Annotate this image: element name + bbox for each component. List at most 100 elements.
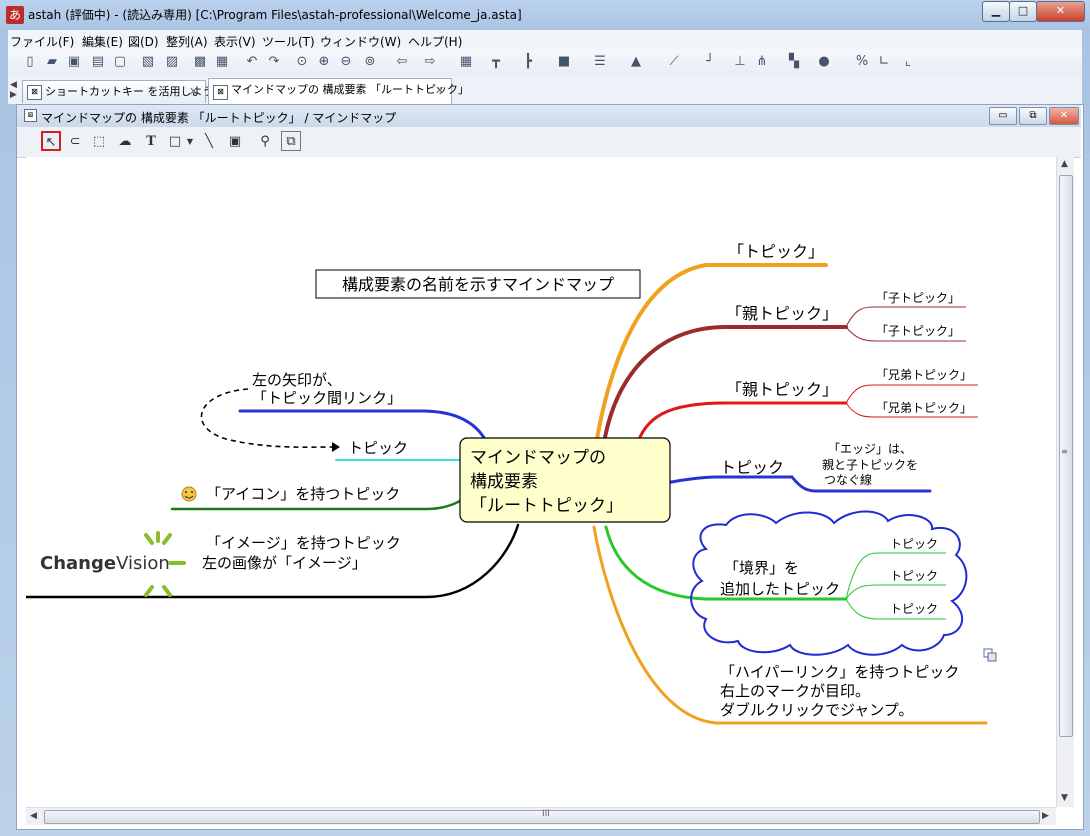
align-top-icon[interactable]: ┳ [488,54,504,70]
redo-icon[interactable]: ↷ [266,54,282,70]
mindmap-icon: ⊠ [24,109,37,122]
image-topic-line-2[interactable]: 左の画像が「イメージ」 [202,554,367,572]
parent-topic-1[interactable]: 「親トピック」 [726,304,838,323]
scroll-left-icon[interactable]: ◀ [30,811,37,821]
boundary-child-3[interactable]: トピック [890,602,938,616]
cut-icon[interactable]: ▧ [140,54,156,70]
copy-icon[interactable]: ▨ [164,54,180,70]
image-topic-line-1[interactable]: 「イメージ」を持つトピック [206,534,401,552]
print-preview-icon[interactable]: ▢ [112,54,128,70]
line-corner-icon[interactable]: ∟ [876,54,892,70]
boundary-child-1[interactable]: トピック [890,537,938,551]
linked-topic[interactable]: トピック [348,439,408,457]
changevision-logo[interactable]: ChangeVision [40,531,186,597]
line-curve-icon[interactable]: ⌞ [900,54,916,70]
menu-window[interactable]: ウィンドウ(W) [320,33,401,50]
line-style-icon[interactable]: ☰ [592,54,608,70]
line-icon[interactable]: ⟋ [666,54,682,70]
child-topic-1[interactable]: 「子トピック」 [876,291,960,305]
cloud-tool-icon[interactable]: ☁ [115,131,135,151]
forward-icon[interactable]: ⇨ [422,54,438,70]
tab-scroll-arrows[interactable]: ◀ ▶ [10,80,17,100]
maximize-button[interactable]: □ [1009,1,1037,22]
link-note-line-2[interactable]: 「トピック間リンク」 [252,389,402,407]
tab-close-icon[interactable]: ✕ [435,80,444,102]
zoom-fit-icon[interactable]: ⊚ [362,54,378,70]
root-topic[interactable]: マインドマップの 構成要素 「ルートトピック」 [459,437,671,523]
zoom-icon[interactable]: ⊙ [294,54,310,70]
save-icon[interactable]: ▣ [66,54,82,70]
edge-boundary-child-2[interactable] [845,584,946,600]
open-file-icon[interactable]: ▰ [44,54,60,70]
diagram-restore-button[interactable]: ⧉ [1019,107,1047,125]
group-icon[interactable]: ▚ [786,54,802,70]
line-tool-icon[interactable]: ╲ [199,131,219,151]
chevron-down-icon[interactable]: ▼ [185,131,195,151]
tab-shortcut-keys[interactable]: ⊠ ショートカットキー を活用しよう ✕ [22,80,214,103]
hyperlink-topic-line-2[interactable]: 右上のマークが目印。 [720,682,870,700]
vertical-scrollbar[interactable]: ▲ ≡ ▼ [1056,157,1074,807]
menu-align[interactable]: 整列(A) [166,33,208,50]
astah-app-icon[interactable]: あ [6,6,24,24]
zoom-out-icon[interactable]: ⊖ [338,54,354,70]
child-topic-2[interactable]: 「子トピック」 [876,324,960,338]
image-tool-icon[interactable]: ▣ [225,131,245,151]
hyperlink-mark-icon[interactable] [983,648,997,662]
edge-link-note[interactable] [238,409,488,443]
boundary-topic-line-2[interactable]: 追加したトピック [720,580,840,598]
parent-topic-2[interactable]: 「親トピック」 [726,380,838,399]
hyperlink-topic-line-3[interactable]: ダブルクリックでジャンプ。 [720,701,913,719]
paste-special-icon[interactable]: ▦ [214,54,230,70]
link-note-line-1[interactable]: 左の矢印が、 [252,371,342,389]
boundary-child-2[interactable]: トピック [890,569,938,583]
font-color-icon[interactable]: ▲ [628,54,644,70]
scroll-right-icon[interactable]: ▶ [1042,811,1049,821]
menu-edit[interactable]: 編集(E) [82,33,123,50]
connector-icon[interactable]: ┘ [702,54,718,70]
boundary-topic-line-1[interactable]: 「境界」を [724,559,799,577]
back-icon[interactable]: ⇦ [394,54,410,70]
scroll-down-icon[interactable]: ▼ [1061,793,1068,803]
vertical-scroll-thumb[interactable] [1059,175,1073,737]
overview-icon[interactable]: ▦ [458,54,474,70]
text-tool-icon[interactable]: T [141,131,161,151]
boundary-tool-icon[interactable]: ⬚ [89,131,109,151]
layer-tool-icon[interactable]: ⧉ [281,131,301,151]
new-file-icon[interactable]: ▯ [22,54,38,70]
tab-mindmap-elements[interactable]: ⊠ マインドマップの 構成要素 「ルートトピック」 ✕ [208,78,469,104]
select-tool-icon[interactable]: ↖ [41,131,61,151]
diagram-minimize-button[interactable]: ▭ [989,107,1017,125]
pin-tool-icon[interactable]: ⚲ [255,131,275,151]
menu-view[interactable]: 表示(V) [214,33,256,50]
network-layout-icon[interactable]: ⋔ [754,54,770,70]
close-button[interactable]: ✕ [1036,1,1085,22]
diagram-canvas[interactable]: 構成要素の名前を示すマインドマップ 「トピック」 「親トピック」 「子トピック」… [24,157,1056,807]
menu-bar: ファイル(F) 編集(E) 図(D) 整列(A) 表示(V) ツール(T) ウィ… [8,30,1082,50]
zoom-in-icon[interactable]: ⊕ [316,54,332,70]
scroll-up-icon[interactable]: ▲ [1061,159,1068,169]
ratio-icon[interactable]: % [854,54,870,70]
diagram-close-button[interactable]: ✕ [1049,107,1079,125]
edge-topic-label[interactable]: トピック [720,458,784,477]
print-icon[interactable]: ▤ [90,54,106,70]
rectangle-tool-icon[interactable]: □ [165,131,185,151]
hyperlink-topic-line-1[interactable]: 「ハイパーリンク」を持つトピック [720,663,959,681]
horizontal-scrollbar[interactable]: ◀ III ▶ [26,807,1056,825]
circle-icon[interactable]: ● [816,54,832,70]
undo-icon[interactable]: ↶ [244,54,260,70]
tab-close-icon[interactable]: ✕ [189,81,198,103]
menu-diagram[interactable]: 図(D) [128,33,159,50]
menu-file[interactable]: ファイル(F) [10,33,74,50]
sibling-topic-1[interactable]: 「兄弟トピック」 [876,368,972,382]
align-left-icon[interactable]: ┣ [520,54,536,70]
icon-topic-label[interactable]: 「アイコン」を持つトピック [206,485,400,503]
menu-tool[interactable]: ツール(T) [262,33,315,50]
topic-label[interactable]: 「トピック」 [728,242,824,261]
sibling-topic-2[interactable]: 「兄弟トピック」 [876,401,972,415]
topic-tool-icon[interactable]: ⊂ [65,131,85,151]
minimize-button[interactable]: ▁ [982,1,1010,22]
tree-layout-icon[interactable]: ⊥ [732,54,748,70]
menu-help[interactable]: ヘルプ(H) [408,33,462,50]
fill-color-icon[interactable]: ■ [556,54,572,70]
paste-icon[interactable]: ▩ [192,54,208,70]
